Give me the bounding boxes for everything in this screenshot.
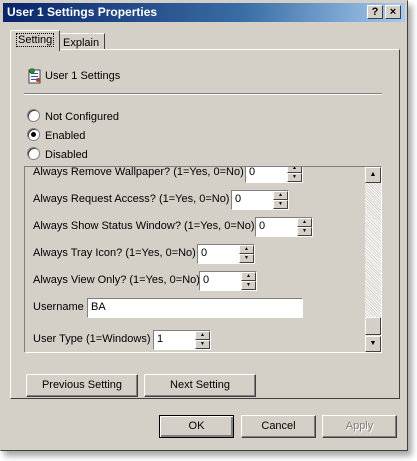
- radio-button[interactable]: [27, 147, 40, 160]
- spin-down-icon[interactable]: ▼: [239, 254, 254, 263]
- remove-wallpaper-spinner[interactable]: 0 ▲ ▼: [245, 167, 303, 183]
- setting-label: Always Remove Wallpaper? (1=Yes, 0=No): [33, 166, 244, 178]
- scroll-down-icon[interactable]: ▼: [365, 336, 381, 352]
- spin-up-icon[interactable]: ▲: [239, 245, 254, 254]
- radio-disabled[interactable]: Disabled: [27, 147, 88, 161]
- radio-label: Not Configured: [45, 111, 119, 123]
- request-access-spinner[interactable]: 0 ▲ ▼: [231, 190, 289, 210]
- spin-up-icon[interactable]: ▲: [195, 331, 210, 340]
- radio-not-configured[interactable]: Not Configured: [27, 109, 119, 123]
- spin-down-icon[interactable]: ▼: [241, 281, 256, 290]
- radio-button[interactable]: [27, 128, 40, 141]
- radio-enabled[interactable]: Enabled: [27, 128, 85, 142]
- username-input[interactable]: BA: [87, 298, 303, 318]
- setting-panel: User 1 Settings Not Configured Enabled D…: [10, 49, 400, 399]
- close-button[interactable]: ×: [385, 5, 401, 19]
- view-only-spinner[interactable]: 0 ▲ ▼: [199, 271, 257, 291]
- close-icon: ×: [389, 6, 397, 18]
- spin-down-icon[interactable]: ▼: [297, 227, 312, 236]
- vertical-scrollbar[interactable]: ▲ ▼: [365, 167, 381, 352]
- radio-label: Disabled: [45, 149, 88, 161]
- radio-button[interactable]: [27, 109, 40, 122]
- user-type-spinner[interactable]: 1 ▲ ▼: [153, 330, 211, 350]
- tray-icon-spinner[interactable]: 0 ▲ ▼: [197, 244, 255, 264]
- ok-button[interactable]: OK: [159, 415, 234, 438]
- policy-title: User 1 Settings: [45, 70, 121, 82]
- setting-label: Always Show Status Window? (1=Yes, 0=No): [33, 220, 255, 232]
- scroll-up-icon[interactable]: ▲: [365, 167, 381, 183]
- spin-down-icon[interactable]: ▼: [273, 200, 288, 209]
- setting-label: Always Tray Icon? (1=Yes, 0=No): [33, 247, 196, 259]
- help-button[interactable]: ?: [367, 5, 383, 19]
- setting-label: Always Request Access? (1=Yes, 0=No): [33, 193, 230, 205]
- settings-options-box: Always Remove Wallpaper? (1=Yes, 0=No) 0…: [24, 166, 382, 353]
- spin-up-icon[interactable]: ▲: [297, 218, 312, 227]
- tab-setting[interactable]: Setting: [10, 30, 61, 51]
- spin-up-icon[interactable]: ▲: [241, 272, 256, 281]
- spin-up-icon[interactable]: ▲: [287, 167, 302, 173]
- policy-setting-icon: [28, 68, 41, 84]
- cancel-button[interactable]: Cancel: [241, 415, 316, 438]
- setting-label: Username: [33, 301, 84, 313]
- setting-label: User Type (1=Windows): [33, 333, 151, 345]
- setting-label: Always View Only? (1=Yes, 0=No): [33, 274, 200, 286]
- status-window-spinner[interactable]: 0 ▲ ▼: [255, 217, 313, 237]
- spin-down-icon[interactable]: ▼: [287, 173, 302, 182]
- properties-window: User 1 Settings Properties ? × Setting E…: [0, 0, 408, 451]
- apply-button[interactable]: Apply: [322, 415, 397, 438]
- title-bar[interactable]: User 1 Settings Properties ? ×: [3, 3, 405, 22]
- radio-label: Enabled: [45, 130, 86, 142]
- scrollbar-thumb[interactable]: [365, 317, 381, 335]
- separator: [24, 93, 382, 95]
- spin-up-icon[interactable]: ▲: [273, 191, 288, 200]
- spin-down-icon[interactable]: ▼: [195, 340, 210, 349]
- window-title: User 1 Settings Properties: [7, 5, 158, 19]
- previous-setting-button[interactable]: Previous Setting: [26, 374, 138, 397]
- next-setting-button[interactable]: Next Setting: [144, 374, 256, 397]
